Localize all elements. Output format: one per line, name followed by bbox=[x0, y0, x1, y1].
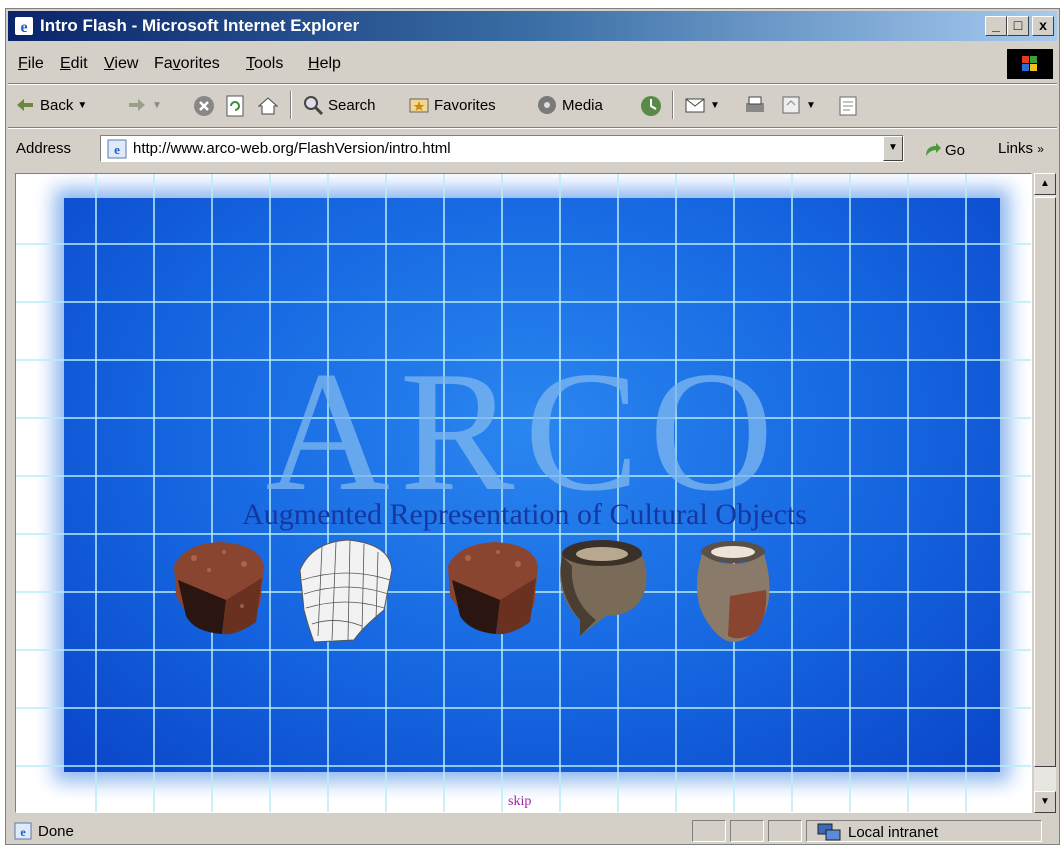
page-viewport: ARCO Augmented Representation of Cultura… bbox=[15, 173, 1032, 813]
minimize-button[interactable]: _ bbox=[985, 16, 1007, 36]
menu-view[interactable]: View bbox=[104, 55, 138, 73]
address-field[interactable]: e http://www.arco-web.org/FlashVersion/i… bbox=[100, 135, 904, 162]
search-icon bbox=[304, 96, 324, 116]
scroll-thumb[interactable] bbox=[1034, 197, 1056, 767]
discuss-icon[interactable] bbox=[836, 94, 860, 118]
links-button[interactable]: Links » bbox=[998, 140, 1044, 157]
browser-window: e Intro Flash - Microsoft Internet Explo… bbox=[5, 8, 1060, 845]
artifact-wireframe-vessel[interactable] bbox=[292, 536, 400, 648]
artifact-textured-vessel[interactable] bbox=[164, 536, 274, 646]
chevron-right-icon: » bbox=[1037, 142, 1044, 156]
svg-text:e: e bbox=[114, 142, 120, 157]
menu-file[interactable]: File bbox=[18, 55, 44, 73]
mail-button[interactable]: ▼ bbox=[684, 94, 720, 116]
security-zone[interactable]: Local intranet bbox=[816, 822, 938, 842]
scroll-up-button[interactable]: ▲ bbox=[1034, 173, 1056, 195]
svg-text:e: e bbox=[20, 19, 27, 36]
media-icon bbox=[538, 96, 556, 114]
stop-icon[interactable] bbox=[192, 94, 216, 118]
mail-icon bbox=[685, 98, 705, 113]
address-dropdown-button[interactable]: ▼ bbox=[883, 136, 903, 161]
internet-explorer-icon: e bbox=[15, 17, 33, 36]
artifact-textured-vessel-2[interactable] bbox=[440, 536, 548, 646]
back-label: Back bbox=[40, 96, 74, 114]
toolbar-separator bbox=[290, 91, 292, 119]
menu-favorites[interactable]: Favorites bbox=[154, 55, 220, 73]
window-title: Intro Flash - Microsoft Internet Explore… bbox=[40, 16, 360, 35]
menu-help[interactable]: Help bbox=[308, 55, 341, 73]
chevron-down-icon: ▼ bbox=[152, 99, 162, 111]
status-pane bbox=[730, 820, 764, 842]
search-button[interactable]: Search bbox=[302, 94, 376, 116]
artifact-clay-pot[interactable] bbox=[690, 538, 776, 646]
menu-bar: File Edit View Favorites Tools Help bbox=[8, 47, 1057, 81]
status-text: Done bbox=[38, 822, 74, 840]
address-label: Address bbox=[16, 140, 72, 157]
arco-subtitle: Augmented Representation of Cultural Obj… bbox=[242, 498, 807, 531]
page-done-icon: e bbox=[14, 822, 32, 840]
status-done: e Done bbox=[14, 822, 74, 840]
chevron-down-icon: ▼ bbox=[806, 99, 816, 111]
skip-link[interactable]: skip bbox=[508, 794, 531, 810]
status-pane bbox=[692, 820, 726, 842]
title-bar[interactable]: e Intro Flash - Microsoft Internet Explo… bbox=[8, 11, 1057, 41]
go-label: Go bbox=[945, 141, 966, 159]
edit-page-icon bbox=[782, 96, 800, 114]
artifact-shaded-jar[interactable] bbox=[550, 536, 654, 640]
address-url: http://www.arco-web.org/FlashVersion/int… bbox=[133, 140, 451, 157]
chevron-down-icon: ▼ bbox=[77, 99, 88, 111]
zone-label: Local intranet bbox=[848, 823, 939, 841]
status-bar: e Done Local intranet bbox=[8, 819, 1057, 843]
chevron-down-icon: ▼ bbox=[710, 99, 720, 111]
favorites-label: Favorites bbox=[434, 96, 496, 114]
media-button[interactable]: Media bbox=[536, 94, 603, 116]
forward-arrow-icon bbox=[129, 99, 145, 111]
forward-button[interactable]: ▼ bbox=[126, 94, 162, 116]
local-intranet-icon bbox=[817, 823, 841, 841]
menu-tools[interactable]: Tools bbox=[246, 55, 283, 73]
menu-edit[interactable]: Edit bbox=[60, 55, 88, 73]
media-label: Media bbox=[562, 96, 603, 114]
maximize-button[interactable]: □ bbox=[1007, 16, 1029, 36]
close-button[interactable]: x bbox=[1032, 16, 1054, 36]
scroll-down-button[interactable]: ▼ bbox=[1034, 791, 1056, 813]
address-bar: Address e http://www.arco-web.org/FlashV… bbox=[8, 131, 1057, 167]
back-arrow-icon bbox=[17, 99, 33, 111]
search-label: Search bbox=[328, 96, 376, 114]
refresh-icon[interactable] bbox=[224, 94, 248, 118]
edit-button[interactable]: ▼ bbox=[780, 94, 816, 116]
vertical-scrollbar[interactable]: ▲ ▼ bbox=[1034, 173, 1056, 813]
home-icon[interactable] bbox=[256, 94, 280, 118]
print-icon[interactable] bbox=[742, 94, 768, 118]
back-button[interactable]: Back ▼ bbox=[14, 94, 87, 116]
favorites-icon bbox=[409, 98, 429, 113]
windows-logo-icon bbox=[1007, 49, 1053, 79]
go-button[interactable]: Go bbox=[922, 140, 965, 160]
status-pane bbox=[768, 820, 802, 842]
page-icon: e bbox=[107, 139, 127, 159]
favorites-button[interactable]: Favorites bbox=[408, 94, 496, 116]
go-arrow-icon bbox=[926, 143, 941, 156]
history-icon[interactable] bbox=[638, 94, 664, 118]
standard-toolbar: Back ▼ ▼ Search Favorites Media ▼ ▼ bbox=[8, 85, 1057, 125]
svg-text:e: e bbox=[20, 825, 26, 839]
divider bbox=[8, 127, 1057, 129]
toolbar-separator bbox=[672, 91, 674, 119]
